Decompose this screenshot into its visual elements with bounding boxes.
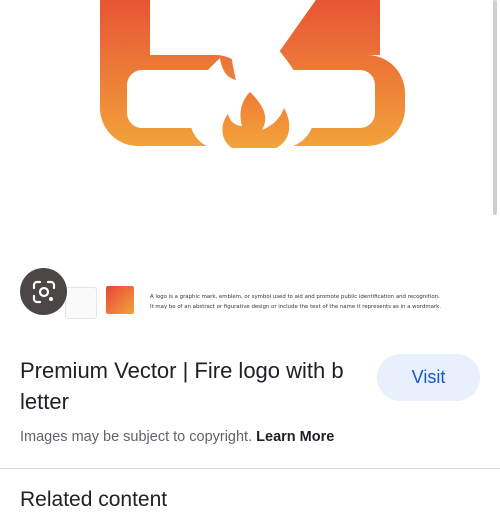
google-lens-button[interactable]	[20, 268, 67, 315]
image-caption-text: A logo is a graphic mark, emblem, or sym…	[150, 292, 486, 312]
caption-line-2: It may be of an abstract or figurative d…	[150, 304, 441, 310]
caption-line-1: A logo is a graphic mark, emblem, or sym…	[150, 294, 440, 300]
white-square-thumbnail	[65, 287, 97, 319]
result-title[interactable]: Premium Vector | Fire logo with b letter	[20, 355, 370, 417]
copyright-notice: Images may be subject to copyright. Lear…	[20, 429, 334, 445]
visit-button[interactable]: Visit	[377, 354, 480, 401]
section-divider	[0, 468, 500, 469]
image-preview[interactable]: A logo is a graphic mark, emblem, or sym…	[0, 0, 500, 325]
copyright-text: Images may be subject to copyright.	[20, 429, 257, 445]
fire-b-logo-image	[100, 0, 405, 150]
learn-more-link[interactable]: Learn More	[256, 429, 334, 445]
google-lens-icon	[32, 280, 55, 303]
scrollbar[interactable]	[493, 0, 497, 215]
related-content-heading: Related content	[20, 488, 168, 511]
gradient-square-thumbnail	[106, 286, 134, 314]
